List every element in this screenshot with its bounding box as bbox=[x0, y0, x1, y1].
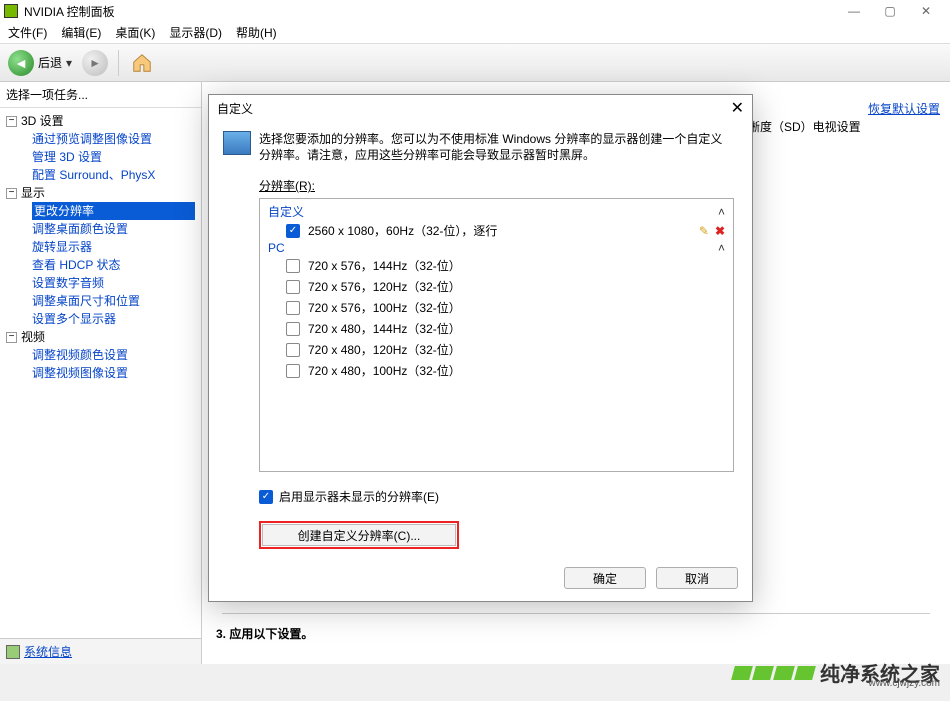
ok-button[interactable]: 确定 bbox=[564, 567, 646, 589]
resolution-item[interactable]: 720 x 576，144Hz（32-位） bbox=[268, 255, 725, 276]
tree-item[interactable]: 调整视频颜色设置 bbox=[32, 346, 195, 364]
menu-bar: 文件(F) 编辑(E) 桌面(K) 显示器(D) 帮助(H) bbox=[0, 22, 950, 44]
tree-item[interactable]: 查看 HDCP 状态 bbox=[32, 256, 195, 274]
resolution-text: 2560 x 1080，60Hz（32-位），逐行 bbox=[308, 222, 497, 239]
section-pc[interactable]: PC˄ bbox=[268, 241, 725, 255]
resolution-item[interactable]: 720 x 576，120Hz（32-位） bbox=[268, 276, 725, 297]
watermark-logo bbox=[733, 666, 814, 680]
forward-button[interactable]: ► bbox=[82, 50, 108, 76]
delete-icon[interactable]: ✖ bbox=[715, 224, 725, 238]
info-icon bbox=[6, 645, 20, 659]
back-dropdown[interactable]: ▾ bbox=[66, 56, 78, 70]
tree-item[interactable]: 设置多个显示器 bbox=[32, 310, 195, 328]
tree-group-display: 显示 bbox=[21, 184, 45, 202]
tree-item[interactable]: 设置数字音频 bbox=[32, 274, 195, 292]
menu-display[interactable]: 显示器(D) bbox=[169, 24, 222, 41]
dialog-description: 选择您要添加的分辨率。您可以为不使用标准 Windows 分辨率的显示器创建一个… bbox=[259, 131, 734, 163]
watermark: 纯净系统之家 www.cjwjzy.com bbox=[733, 658, 940, 687]
checkbox[interactable] bbox=[286, 364, 300, 378]
monitor-icon bbox=[223, 131, 251, 155]
content-divider bbox=[222, 613, 930, 614]
resolution-listbox[interactable]: 自定义˄ ✓ 2560 x 1080，60Hz（32-位），逐行 ✎ ✖ PC˄… bbox=[259, 198, 734, 472]
menu-desktop[interactable]: 桌面(K) bbox=[115, 24, 155, 41]
home-button[interactable] bbox=[129, 50, 155, 76]
create-button-highlight: 创建自定义分辨率(C)... bbox=[259, 521, 459, 549]
dialog-close-button[interactable]: ✕ bbox=[731, 98, 744, 118]
resolution-item-custom[interactable]: ✓ 2560 x 1080，60Hz（32-位），逐行 ✎ ✖ bbox=[268, 220, 725, 241]
minimize-button[interactable]: — bbox=[846, 3, 862, 19]
tree-item[interactable]: 调整桌面颜色设置 bbox=[32, 220, 195, 238]
checkbox[interactable] bbox=[286, 322, 300, 336]
checkbox[interactable] bbox=[286, 280, 300, 294]
watermark-url: www.cjwjzy.com bbox=[869, 678, 940, 689]
tree-item[interactable]: 调整视频图像设置 bbox=[32, 364, 195, 382]
toolbar-separator bbox=[118, 50, 119, 76]
home-icon bbox=[131, 52, 153, 74]
create-custom-resolution-button[interactable]: 创建自定义分辨率(C)... bbox=[262, 524, 456, 546]
task-tree: −3D 设置 通过预览调整图像设置 管理 3D 设置 配置 Surround、P… bbox=[0, 108, 201, 638]
resolution-item[interactable]: 720 x 576，100Hz（32-位） bbox=[268, 297, 725, 318]
enable-label: 启用显示器未显示的分辨率(E) bbox=[279, 488, 439, 505]
resolution-item[interactable]: 720 x 480，120Hz（32-位） bbox=[268, 339, 725, 360]
tree-item[interactable]: 管理 3D 设置 bbox=[32, 148, 195, 166]
back-label: 后退 bbox=[38, 54, 62, 71]
window-title: NVIDIA 控制面板 bbox=[24, 3, 846, 20]
restore-defaults-link[interactable]: 恢复默认设置 bbox=[868, 100, 940, 117]
dialog-title: 自定义 bbox=[217, 100, 253, 117]
tree-group-video: 视频 bbox=[21, 328, 45, 346]
menu-help[interactable]: 帮助(H) bbox=[236, 24, 277, 41]
system-info-link[interactable]: 系统信息 bbox=[24, 643, 72, 660]
tree-item[interactable]: 配置 Surround、PhysX bbox=[32, 166, 195, 184]
app-icon bbox=[4, 4, 18, 18]
tree-collapse-icon[interactable]: − bbox=[6, 188, 17, 199]
tree-collapse-icon[interactable]: − bbox=[6, 116, 17, 127]
section-custom[interactable]: 自定义˄ bbox=[268, 203, 725, 220]
close-window-button[interactable]: ✕ bbox=[918, 3, 934, 19]
menu-file[interactable]: 文件(F) bbox=[8, 24, 47, 41]
dialog-title-bar: 自定义 ✕ bbox=[209, 95, 752, 121]
dialog-footer: 确定 取消 bbox=[564, 567, 738, 589]
tree-item[interactable]: 调整桌面尺寸和位置 bbox=[32, 292, 195, 310]
enable-checkbox[interactable]: ✓ bbox=[259, 490, 273, 504]
chevron-up-icon: ˄ bbox=[718, 205, 725, 219]
tree-group-3d: 3D 设置 bbox=[21, 112, 64, 130]
tree-item-selected[interactable]: 更改分辨率 bbox=[32, 202, 195, 220]
toolbar: ◄ 后退 ▾ ► bbox=[0, 44, 950, 82]
menu-edit[interactable]: 编辑(E) bbox=[61, 24, 101, 41]
task-header: 选择一项任务... bbox=[0, 82, 201, 108]
tree-collapse-icon[interactable]: − bbox=[6, 332, 17, 343]
checkbox-checked[interactable]: ✓ bbox=[286, 224, 300, 238]
maximize-button[interactable]: ▢ bbox=[882, 3, 898, 19]
checkbox[interactable] bbox=[286, 259, 300, 273]
resolution-item[interactable]: 720 x 480，100Hz（32-位） bbox=[268, 360, 725, 381]
edit-icon[interactable]: ✎ bbox=[699, 224, 709, 238]
resolution-item[interactable]: 720 x 480，144Hz（32-位） bbox=[268, 318, 725, 339]
tree-item[interactable]: 旋转显示器 bbox=[32, 238, 195, 256]
tree-item[interactable]: 通过预览调整图像设置 bbox=[32, 130, 195, 148]
checkbox[interactable] bbox=[286, 301, 300, 315]
sidebar: 选择一项任务... −3D 设置 通过预览调整图像设置 管理 3D 设置 配置 … bbox=[0, 82, 202, 664]
window-title-bar: NVIDIA 控制面板 — ▢ ✕ bbox=[0, 0, 950, 22]
system-info-bar: 系统信息 bbox=[0, 638, 201, 664]
chevron-up-icon: ˄ bbox=[718, 241, 725, 255]
resolution-label: 分辨率(R): bbox=[259, 177, 734, 194]
cancel-button[interactable]: 取消 bbox=[656, 567, 738, 589]
enable-hidden-row: ✓ 启用显示器未显示的分辨率(E) bbox=[259, 488, 734, 505]
checkbox[interactable] bbox=[286, 343, 300, 357]
step3-label: 3. 应用以下设置。 bbox=[216, 625, 313, 642]
back-button[interactable]: ◄ bbox=[8, 50, 34, 76]
custom-resolution-dialog: 自定义 ✕ 选择您要添加的分辨率。您可以为不使用标准 Windows 分辨率的显… bbox=[208, 94, 753, 602]
